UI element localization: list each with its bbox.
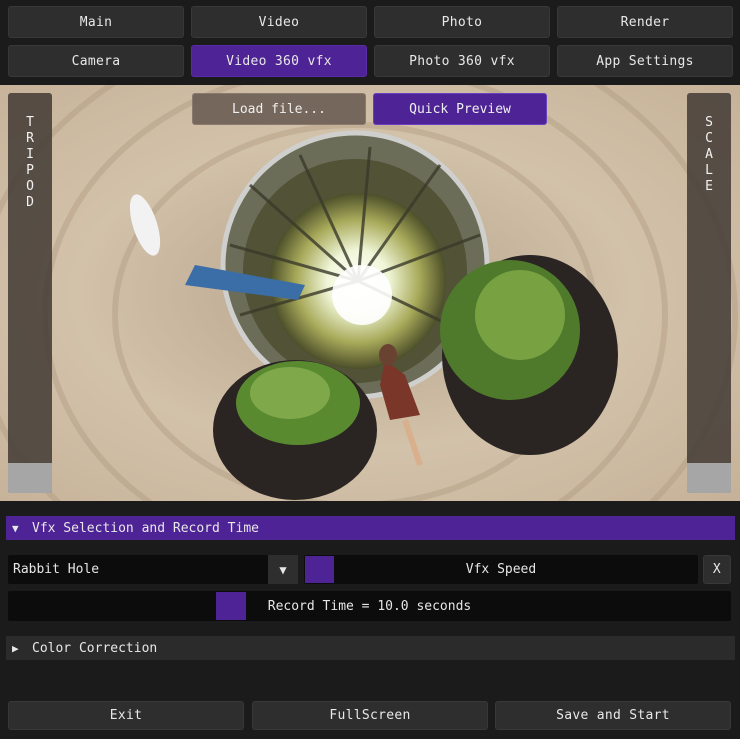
- vfx-section-header[interactable]: ▼ Vfx Selection and Record Time: [6, 516, 735, 540]
- preview-image: [0, 85, 740, 501]
- scale-slider[interactable]: SCALE: [687, 93, 731, 493]
- tab-video-360-vfx[interactable]: Video 360 vfx: [191, 45, 367, 77]
- save-and-start-button[interactable]: Save and Start: [495, 701, 731, 730]
- exit-button[interactable]: Exit: [8, 701, 244, 730]
- scale-slider-grab[interactable]: [687, 463, 731, 493]
- quick-preview-button[interactable]: Quick Preview: [373, 93, 547, 125]
- vfx-speed-label: Vfx Speed: [465, 562, 537, 577]
- video-preview[interactable]: TRIPOD SCALE Load file... Quick Preview: [0, 85, 740, 501]
- tripod-slider-grab[interactable]: [8, 463, 52, 493]
- tab-main[interactable]: Main: [8, 6, 184, 38]
- tab-camera[interactable]: Camera: [8, 45, 184, 77]
- tab-photo-360-vfx[interactable]: Photo 360 vfx: [374, 45, 550, 77]
- tab-video[interactable]: Video: [191, 6, 367, 38]
- tab-photo[interactable]: Photo: [374, 6, 550, 38]
- tab-app-settings[interactable]: App Settings: [557, 45, 733, 77]
- color-correction-title: Color Correction: [32, 640, 158, 656]
- record-time-slider[interactable]: Record Time = 10.0 seconds: [8, 591, 731, 621]
- tab-render[interactable]: Render: [557, 6, 733, 38]
- vfx-section-title: Vfx Selection and Record Time: [32, 520, 259, 536]
- scale-label: SCALE: [705, 115, 713, 194]
- load-file-button[interactable]: Load file...: [192, 93, 366, 125]
- tripod-slider[interactable]: TRIPOD: [8, 93, 52, 493]
- vfx-effect-value: Rabbit Hole: [13, 562, 100, 577]
- vfx-speed-slider[interactable]: Vfx Speed: [304, 555, 698, 584]
- dropdown-arrow-icon[interactable]: ▼: [268, 555, 298, 584]
- triangle-right-icon: ▶: [12, 641, 19, 655]
- triangle-down-icon: ▼: [12, 521, 19, 535]
- clear-vfx-button[interactable]: X: [703, 555, 731, 584]
- vfx-effect-combo[interactable]: Rabbit Hole ▼: [8, 555, 298, 584]
- tripod-label: TRIPOD: [26, 115, 34, 210]
- fullscreen-button[interactable]: FullScreen: [252, 701, 488, 730]
- record-time-label: Record Time = 10.0 seconds: [267, 599, 472, 614]
- color-correction-header[interactable]: ▶ Color Correction: [6, 636, 735, 660]
